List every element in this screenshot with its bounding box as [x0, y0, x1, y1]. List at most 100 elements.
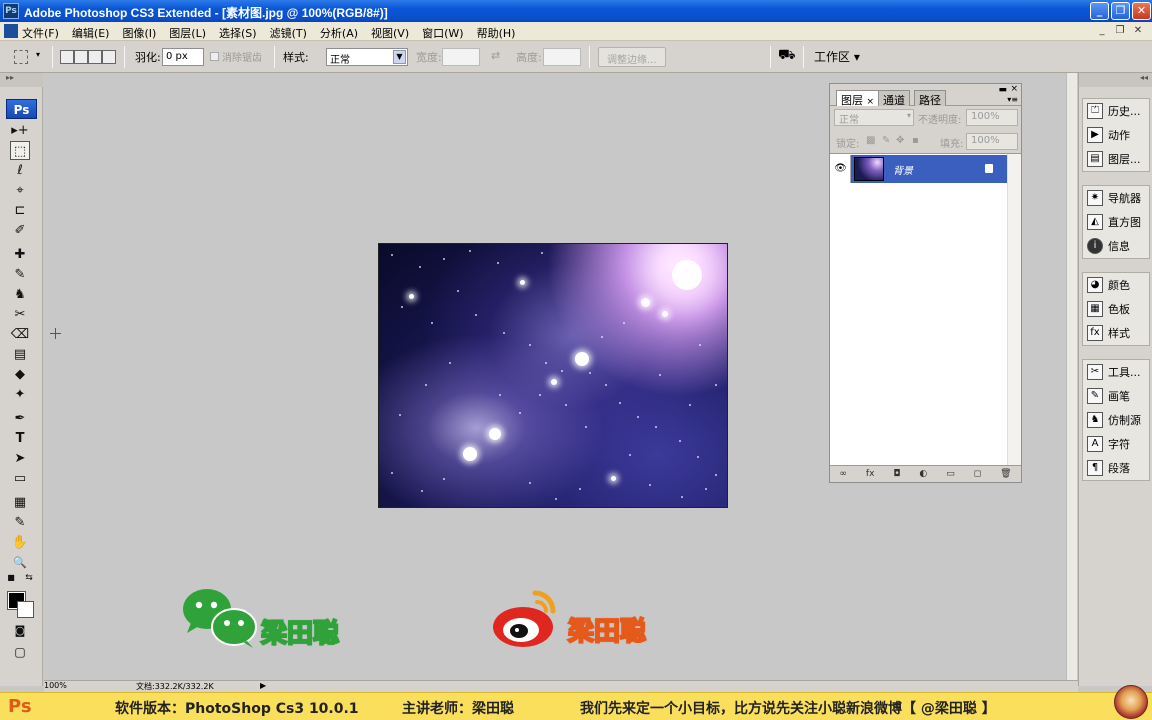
dock-info[interactable]: i 信息 [1083, 234, 1149, 258]
lock-image-icon[interactable]: ✎ [882, 135, 890, 146]
zoom-level[interactable]: 100% [44, 681, 67, 690]
screen-mode-icon[interactable]: ▢ [10, 643, 30, 662]
delete-layer-icon[interactable]: 🗑 [1000, 469, 1011, 479]
gradient-tool-icon[interactable]: ▤ [10, 345, 30, 364]
adjustment-layer-icon[interactable]: ◐ [919, 469, 927, 479]
width-input[interactable] [442, 48, 480, 66]
minimize-button[interactable]: _ [1090, 2, 1109, 20]
dock-paragraph[interactable]: ¶ 段落 [1083, 456, 1149, 480]
menu-help[interactable]: 帮助(H) [477, 25, 516, 41]
lock-transparent-icon[interactable]: ▩ [866, 135, 875, 146]
blur-tool-icon[interactable]: ◆ [10, 365, 30, 384]
document-image-starfield[interactable] [378, 243, 728, 508]
tab-paths[interactable]: 路径 [914, 90, 946, 107]
new-group-icon[interactable]: ▭ [946, 469, 955, 479]
dock-layers[interactable]: ▤ 图层... [1083, 147, 1149, 171]
menu-select[interactable]: 选择(S) [219, 25, 257, 41]
ps-logo[interactable]: Ps [6, 99, 37, 119]
collapse-icon[interactable]: ▬ [998, 85, 1007, 95]
add-selection-icon[interactable] [74, 50, 88, 64]
dock-grip[interactable]: ◂◂ [1079, 73, 1152, 87]
zoom-tool-icon[interactable]: 🔍 [10, 553, 30, 572]
eye-icon[interactable]: 👁 [831, 155, 851, 183]
status-menu-arrow-icon[interactable]: ▶ [260, 681, 266, 690]
layer-style-icon[interactable]: fx [866, 469, 875, 479]
restore-button[interactable]: ❐ [1111, 2, 1130, 20]
height-input[interactable] [543, 48, 581, 66]
opacity-input[interactable]: 100% [966, 109, 1018, 126]
blend-mode-select[interactable]: 正常 ▾ [834, 109, 914, 126]
notes-tool-icon[interactable]: ▦ [10, 493, 30, 512]
quick-mask-icon[interactable]: ◙ [10, 621, 30, 640]
chevron-down-icon[interactable]: ▼ [393, 50, 406, 64]
toolbox-grip[interactable]: ▸▸ [0, 73, 43, 87]
crop-tool-icon[interactable]: ⊏ [10, 201, 30, 220]
dock-color[interactable]: ◕ 颜色 [1083, 273, 1149, 297]
chevron-down-icon[interactable]: ▾ [36, 50, 40, 59]
menu-filter[interactable]: 滤镜(T) [270, 25, 307, 41]
path-selection-tool-icon[interactable]: ➤ [10, 449, 30, 468]
refine-edge-button[interactable]: 调整边缘... [598, 47, 666, 67]
dock-styles[interactable]: fx 样式 [1083, 321, 1149, 345]
layer-row-background[interactable]: 👁 背景 [831, 155, 1007, 183]
magic-wand-tool-icon[interactable]: ⌖ [10, 181, 30, 200]
subtract-selection-icon[interactable] [88, 50, 102, 64]
new-layer-icon[interactable]: ◻ [974, 469, 981, 479]
bridge-icon[interactable]: ⛟ [778, 47, 796, 65]
link-layers-icon[interactable]: ∞ [839, 469, 847, 479]
dock-clone-source[interactable]: ♞ 仿制源 [1083, 408, 1149, 432]
document-icon[interactable] [4, 24, 18, 38]
document-info[interactable]: 文档:332.2K/332.2K [136, 681, 214, 692]
brush-tool-icon[interactable]: ✎ [10, 265, 30, 284]
dock-navigator[interactable]: ✷ 导航器 [1083, 186, 1149, 210]
rectangle-tool-icon[interactable]: ▭ [10, 469, 30, 488]
menu-image[interactable]: 图像(I) [122, 25, 156, 41]
doc-minimize-icon[interactable]: _ [1094, 24, 1110, 38]
style-select[interactable]: 正常 ▼ [326, 48, 408, 66]
menu-edit[interactable]: 编辑(E) [72, 25, 110, 41]
healing-brush-tool-icon[interactable]: ✚ [10, 245, 30, 264]
layer-mask-icon[interactable]: ◘ [893, 469, 900, 479]
lock-position-icon[interactable]: ✥ [896, 135, 904, 146]
close-button[interactable]: ✕ [1132, 2, 1151, 20]
layers-scrollbar[interactable] [1007, 154, 1021, 466]
dock-histogram[interactable]: ◭ 直方图 [1083, 210, 1149, 234]
intersect-selection-icon[interactable] [102, 50, 116, 64]
rect-marquee-tool-icon[interactable]: ⬚ [10, 141, 30, 160]
dock-character[interactable]: A 字符 [1083, 432, 1149, 456]
workspace-button[interactable]: 工作区 ▾ [814, 48, 860, 65]
lasso-tool-icon[interactable]: ℓ [10, 161, 30, 180]
type-tool-icon[interactable]: T [10, 429, 30, 448]
dock-actions[interactable]: ▶ 动作 [1083, 123, 1149, 147]
menu-window[interactable]: 窗口(W) [422, 25, 463, 41]
tab-layers[interactable]: 图层 × [836, 90, 880, 107]
dock-brushes[interactable]: ✎ 画笔 [1083, 384, 1149, 408]
clone-stamp-tool-icon[interactable]: ♞ [10, 285, 30, 304]
close-icon[interactable]: × [1010, 84, 1018, 94]
swap-icon[interactable]: ⇄ [491, 49, 500, 62]
fill-input[interactable]: 100% [966, 133, 1018, 150]
doc-restore-icon[interactable]: ❐ [1112, 24, 1128, 38]
dock-swatches[interactable]: ▦ 色板 [1083, 297, 1149, 321]
hand-tool-icon[interactable]: ✋ [10, 533, 30, 552]
eraser-tool-icon[interactable]: ⌫ [10, 325, 30, 344]
panel-menu-icon[interactable]: ▾≡ [1007, 95, 1018, 104]
dock-history[interactable]: ⏍ 历史... [1083, 99, 1149, 123]
menu-layer[interactable]: 图层(L) [169, 25, 206, 41]
background-color-swatch[interactable] [17, 601, 34, 618]
swap-colors-icon[interactable]: ⇆ [24, 573, 34, 583]
move-tool-icon[interactable]: ▸+ [10, 121, 30, 140]
feather-input[interactable]: 0 px [162, 48, 204, 66]
pen-tool-icon[interactable]: ✒ [10, 409, 30, 428]
tab-channels[interactable]: 通道 [878, 90, 910, 107]
new-selection-icon[interactable] [60, 50, 74, 64]
marquee-preset-icon[interactable] [14, 50, 28, 64]
doc-close-icon[interactable]: ✕ [1130, 24, 1146, 38]
antialias-checkbox[interactable] [210, 52, 219, 61]
slice-tool-icon[interactable]: ✐ [10, 221, 30, 240]
eyedropper-tool-icon[interactable]: ✎ [10, 513, 30, 532]
default-colors-icon[interactable]: ■ [6, 573, 16, 583]
lock-all-icon[interactable]: ▪ [912, 135, 919, 146]
dock-tool-presets[interactable]: ✂ 工具... [1083, 360, 1149, 384]
history-brush-tool-icon[interactable]: ✂ [10, 305, 30, 324]
